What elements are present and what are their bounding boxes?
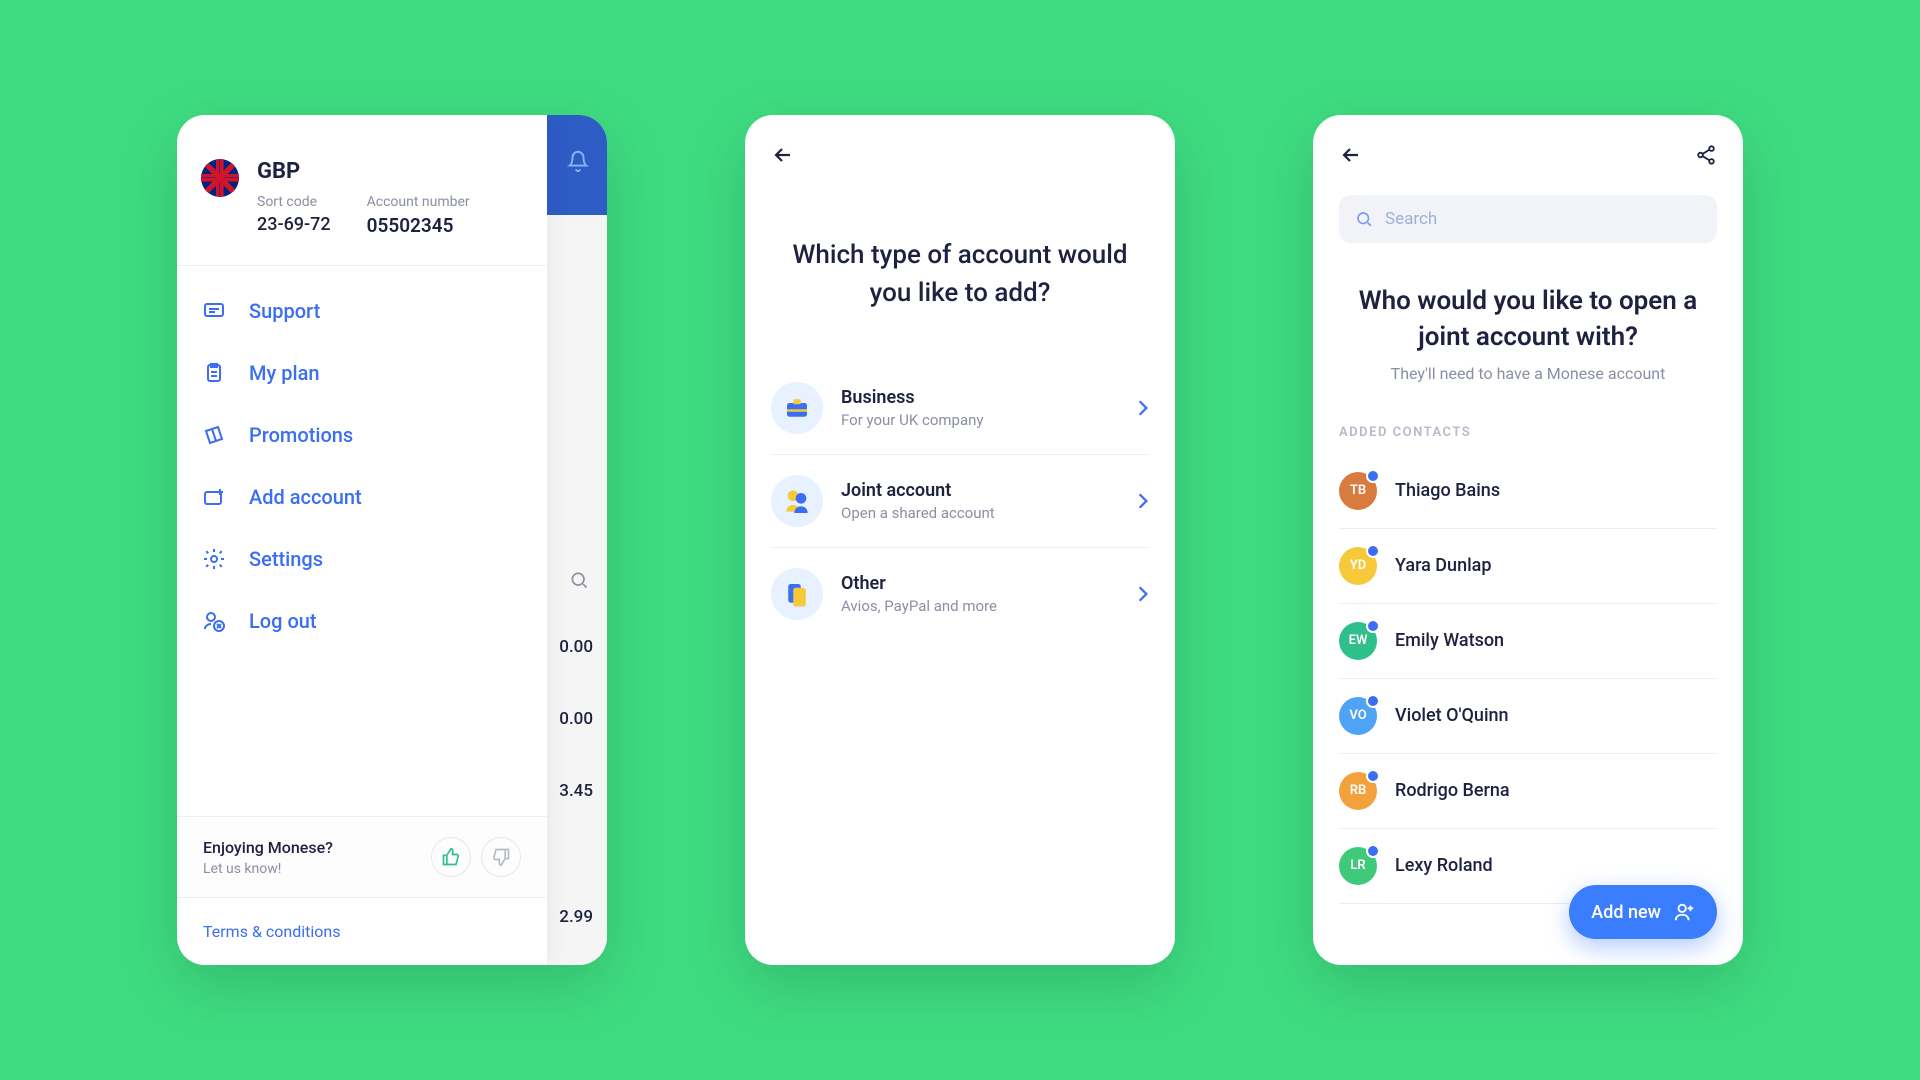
menu-item-log-out[interactable]: Log out: [177, 590, 547, 652]
account-number-value: 05502345: [367, 214, 470, 237]
menu-item-settings[interactable]: Settings: [177, 528, 547, 590]
bg-amount: 2.99: [559, 907, 593, 927]
thumbs-up-button[interactable]: [431, 837, 471, 877]
uk-flag-icon: [201, 159, 239, 197]
logout-icon: [201, 608, 227, 634]
background-list: [547, 215, 607, 965]
briefcase-icon: [771, 382, 823, 434]
contact-name: Violet O'Quinn: [1395, 705, 1509, 726]
contact-name: Thiago Bains: [1395, 480, 1500, 501]
currency-code: GBP: [257, 159, 470, 184]
avatar: VO: [1339, 697, 1377, 735]
feedback-title: Enjoying Monese?: [203, 838, 333, 857]
option-business[interactable]: Business For your UK company: [771, 362, 1149, 455]
status-dot-icon: [1366, 694, 1380, 708]
people-icon: [771, 475, 823, 527]
bg-amount: 3.45: [559, 781, 593, 801]
menu-item-promotions[interactable]: Promotions: [177, 404, 547, 466]
section-label: ADDED CONTACTS: [1313, 383, 1743, 454]
search-icon[interactable]: [569, 570, 589, 590]
account-header: GBP Sort code 23-69-72 Account number 05…: [177, 115, 547, 265]
menu-item-my-plan[interactable]: My plan: [177, 342, 547, 404]
gear-icon: [201, 546, 227, 572]
chevron-right-icon: [1137, 492, 1149, 510]
menu-label: Settings: [249, 547, 323, 571]
option-title: Other: [841, 573, 1119, 594]
status-dot-icon: [1366, 619, 1380, 633]
contact-name: Emily Watson: [1395, 630, 1504, 651]
person-plus-icon: [1673, 901, 1695, 923]
menu-label: Support: [249, 299, 320, 323]
menu-label: Promotions: [249, 423, 353, 447]
phone-joint-contacts: Who would you like to open a joint accou…: [1313, 115, 1743, 965]
option-subtitle: Open a shared account: [841, 504, 1119, 522]
page-subtitle: They'll need to have a Monese account: [1313, 364, 1743, 383]
feedback-subtitle: Let us know!: [203, 861, 333, 877]
option-joint[interactable]: Joint account Open a shared account: [771, 455, 1149, 548]
status-dot-icon: [1366, 544, 1380, 558]
page-title: Which type of account would you like to …: [745, 167, 1175, 362]
status-dot-icon: [1366, 469, 1380, 483]
back-arrow-icon[interactable]: [771, 143, 1149, 167]
sort-code-label: Sort code: [257, 194, 331, 210]
thumbs-down-button[interactable]: [481, 837, 521, 877]
contacts-list: TB Thiago Bains YD Yara Dunlap EW Emily …: [1313, 454, 1743, 904]
fab-label: Add new: [1591, 902, 1661, 923]
menu-label: Log out: [249, 609, 317, 633]
ticket-icon: [201, 422, 227, 448]
avatar: LR: [1339, 847, 1377, 885]
chevron-right-icon: [1137, 585, 1149, 603]
option-title: Business: [841, 387, 1119, 408]
search-icon: [1355, 210, 1373, 228]
chevron-right-icon: [1137, 399, 1149, 417]
terms-link[interactable]: Terms & conditions: [177, 897, 547, 965]
contact-row[interactable]: RB Rodrigo Berna: [1339, 754, 1717, 829]
account-type-list: Business For your UK company Joint accou…: [745, 362, 1175, 640]
contact-name: Rodrigo Berna: [1395, 780, 1510, 801]
menu-label: Add account: [249, 485, 362, 509]
menu-label: My plan: [249, 361, 320, 385]
feedback-bar: Enjoying Monese? Let us know!: [177, 816, 547, 897]
contact-name: Lexy Roland: [1395, 855, 1493, 876]
phone-account-type: Which type of account would you like to …: [745, 115, 1175, 965]
contact-row[interactable]: YD Yara Dunlap: [1339, 529, 1717, 604]
contact-row[interactable]: TB Thiago Bains: [1339, 454, 1717, 529]
option-subtitle: For your UK company: [841, 411, 1119, 429]
add-new-button[interactable]: Add new: [1569, 885, 1717, 939]
share-icon[interactable]: [1695, 144, 1717, 166]
chat-icon: [201, 298, 227, 324]
status-dot-icon: [1366, 844, 1380, 858]
cards-icon: [771, 568, 823, 620]
contact-row[interactable]: VO Violet O'Quinn: [1339, 679, 1717, 754]
avatar: YD: [1339, 547, 1377, 585]
bell-icon[interactable]: [567, 150, 589, 172]
menu-item-add-account[interactable]: Add account: [177, 466, 547, 528]
clipboard-icon: [201, 360, 227, 386]
contact-name: Yara Dunlap: [1395, 555, 1492, 576]
thumbs-up-icon: [441, 847, 461, 867]
search-field[interactable]: [1339, 195, 1717, 243]
avatar: TB: [1339, 472, 1377, 510]
page-title: Who would you like to open a joint accou…: [1313, 243, 1743, 364]
menu-list: Support My plan Promotions Add account: [177, 266, 547, 666]
bg-amount: 0.00: [559, 709, 593, 729]
wallet-plus-icon: [201, 484, 227, 510]
menu-item-support[interactable]: Support: [177, 280, 547, 342]
thumbs-down-icon: [491, 847, 511, 867]
option-title: Joint account: [841, 480, 1119, 501]
account-number-label: Account number: [367, 194, 470, 210]
side-drawer: GBP Sort code 23-69-72 Account number 05…: [177, 115, 547, 965]
avatar: RB: [1339, 772, 1377, 810]
phone-menu-drawer: 0.00 0.00 3.45 2.99 GBP Sort code 23-69-…: [177, 115, 607, 965]
status-dot-icon: [1366, 769, 1380, 783]
contact-row[interactable]: EW Emily Watson: [1339, 604, 1717, 679]
bg-amount: 0.00: [559, 637, 593, 657]
back-arrow-icon[interactable]: [1339, 143, 1363, 167]
avatar: EW: [1339, 622, 1377, 660]
sort-code-value: 23-69-72: [257, 214, 331, 235]
search-input[interactable]: [1385, 209, 1701, 229]
option-other[interactable]: Other Avios, PayPal and more: [771, 548, 1149, 640]
option-subtitle: Avios, PayPal and more: [841, 597, 1119, 615]
